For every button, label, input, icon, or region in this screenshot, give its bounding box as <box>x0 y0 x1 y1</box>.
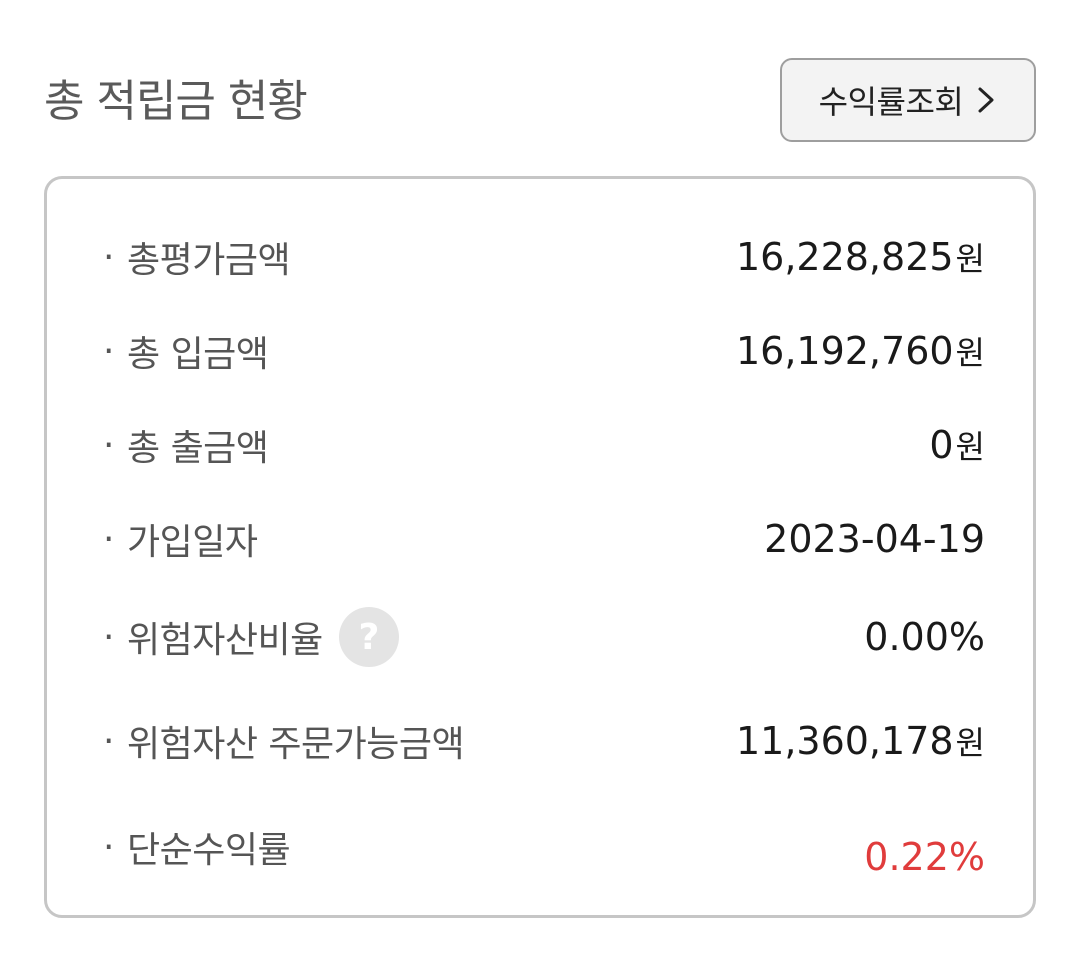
row-label: 위험자산비율 <box>127 620 323 661</box>
amount: 16,192,760 <box>735 329 954 373</box>
row-value: 0.22% <box>864 827 985 887</box>
bullet: · <box>103 330 114 372</box>
amount: 0 <box>929 423 954 467</box>
summary-card: · 총평가금액 16,228,825 원 · 총 입금액 16,192,760 원 … <box>44 176 1036 918</box>
simple-return: 0.22% <box>864 835 985 879</box>
yield-inquiry-button[interactable]: 수익률조회 <box>780 58 1036 142</box>
row-simple-return: · 단순수익률 0.22% <box>103 817 985 880</box>
page-title: 총 적립금 현황 <box>44 76 308 127</box>
row-label: 총평가금액 <box>127 240 291 281</box>
row-value: 0.00% <box>864 607 985 667</box>
row-risk-asset-orderable: · 위험자산 주문가능금액 11,360,178 원 <box>103 711 985 771</box>
help-icon[interactable]: ? <box>338 607 399 667</box>
bullet: · <box>103 236 114 278</box>
row-value: 16,192,760 원 <box>736 321 985 381</box>
header: 총 적립금 현황 수익률조회 <box>44 58 1036 146</box>
row-total-deposit: · 총 입금액 16,192,760 원 <box>103 321 985 381</box>
currency-unit: 원 <box>955 724 985 762</box>
row-risk-asset-ratio: · 위험자산비율 ? 0.00% <box>103 607 985 667</box>
row-label: 총 입금액 <box>127 334 269 375</box>
bullet: · <box>103 826 114 868</box>
amount: 16,228,825 <box>735 235 954 279</box>
currency-unit: 원 <box>955 428 985 466</box>
row-value: 0원 <box>929 415 985 475</box>
currency-unit: 원 <box>955 240 985 278</box>
bullet: · <box>103 518 114 560</box>
currency-unit: 원 <box>955 334 985 372</box>
bullet: · <box>103 424 114 466</box>
chevron-right-icon <box>975 85 997 115</box>
bullet: · <box>103 720 114 762</box>
row-label: 위험자산 주문가능금액 <box>127 724 465 765</box>
row-total-withdrawal: · 총 출금액 0원 <box>103 415 985 475</box>
bullet: · <box>103 616 114 658</box>
row-join-date: · 가입일자 2023-04-19 <box>103 509 985 569</box>
row-total-valuation: · 총평가금액 16,228,825 원 <box>103 227 985 287</box>
row-label: 가입일자 <box>127 522 258 563</box>
amount: 11,360,178 <box>735 719 954 763</box>
yield-inquiry-button-label: 수익률조회 <box>818 83 964 121</box>
row-value: 11,360,178 원 <box>736 711 985 771</box>
row-value: 16,228,825 원 <box>736 227 985 287</box>
join-date: 2023-04-19 <box>764 517 985 561</box>
row-label: 단순수익률 <box>127 830 291 871</box>
risk-ratio: 0.00% <box>864 615 985 659</box>
row-value: 2023-04-19 <box>764 509 985 569</box>
row-label: 총 출금액 <box>127 428 269 469</box>
